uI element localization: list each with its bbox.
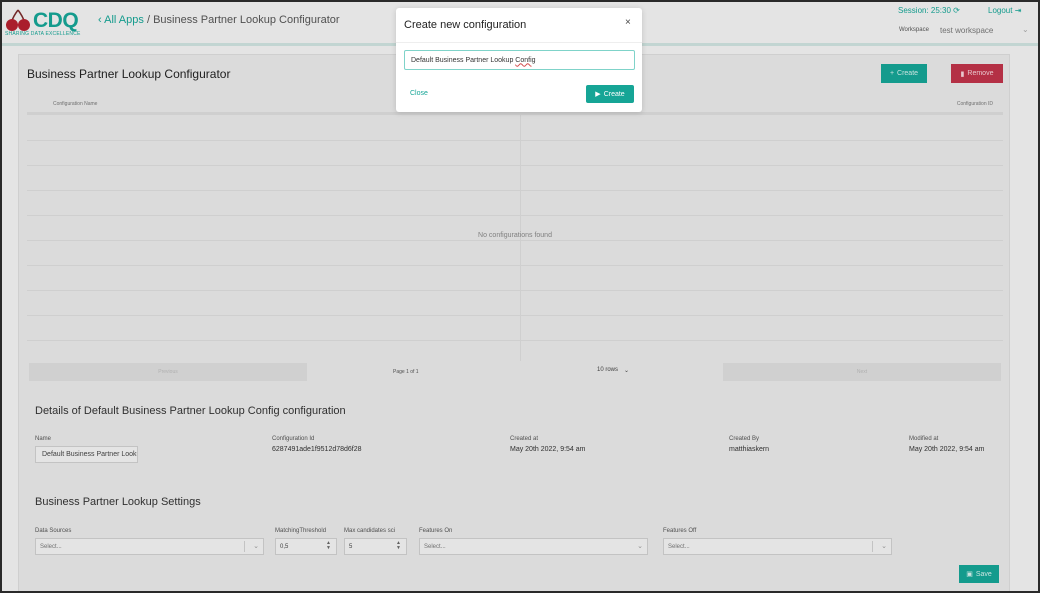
modal-create-button[interactable]: ▶ Create: [586, 85, 634, 103]
create-configuration-modal: Create new configuration × Default Busin…: [396, 8, 642, 112]
modal-title: Create new configuration: [404, 19, 527, 31]
close-icon[interactable]: ×: [625, 17, 631, 28]
app-window: CDQ SHARING DATA EXCELLENCE ‹ All Apps /…: [2, 2, 1038, 591]
modal-create-label: Create: [603, 90, 625, 98]
configuration-name-misspelled: Config: [515, 56, 536, 64]
configuration-name-text: Default Business Partner Lookup: [411, 56, 516, 64]
play-icon: ▶: [595, 91, 601, 98]
modal-divider: [396, 42, 642, 43]
close-button[interactable]: Close: [410, 90, 428, 97]
configuration-name-input[interactable]: Default Business Partner Lookup Config: [404, 50, 635, 70]
